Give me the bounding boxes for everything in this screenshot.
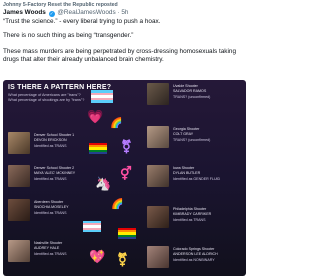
trans-flag-icon — [83, 221, 101, 232]
person-photo — [147, 126, 169, 148]
gender-symbol-icon: ⚥ — [120, 166, 132, 181]
entry-status: Identified as TRANS — [34, 144, 67, 148]
post-text-1: “Trust the science.” - every liberal try… — [3, 18, 161, 25]
entry-status: TRANS? (unconfirmed) — [173, 138, 211, 142]
author-name[interactable]: James Woods — [3, 9, 46, 16]
person-photo — [8, 240, 30, 262]
entry-name: AUDREY HALE — [34, 245, 60, 250]
entry-name: DEVON ERICKSON — [34, 137, 67, 142]
person-photo — [147, 83, 169, 105]
entry-name: DYLAN BUTLER — [173, 170, 201, 175]
person-photo — [8, 199, 30, 221]
entry-status: Identified as TRANS — [34, 252, 67, 256]
gender-symbol-icon: ⚧ — [121, 139, 132, 154]
entry-status: Identified as TRANS — [34, 211, 67, 215]
rainbow-heart-icon: 💗 — [87, 109, 104, 124]
rainbow-icon: 🌈 — [111, 199, 124, 210]
post-author[interactable]: James Woods ✓ @RealJamesWoods · 5h — [3, 9, 128, 17]
person-photo — [147, 206, 169, 228]
repost-indicator[interactable]: Johnny 5-Factory Reset the Republic repo… — [3, 2, 118, 8]
entry-status: TRANS? (unconfirmed) — [173, 95, 211, 99]
entry-name: ANDERSON LEE ALDRICH — [173, 251, 218, 256]
entry-name: MAYA 'ALEC' MCKINNEY — [34, 170, 76, 175]
gender-symbol-icon: ⚧ — [117, 252, 128, 267]
rainbow-icon: 🌈 — [110, 118, 123, 129]
entry-status: Identified as NONBINARY — [173, 258, 215, 262]
entry-status: Identified as TRANS — [173, 218, 206, 222]
person-photo — [8, 132, 30, 154]
image-question-1: What percentage of Americans are "trans"… — [8, 93, 81, 97]
post-time[interactable]: 5h — [121, 9, 128, 16]
post-image[interactable]: IS THERE A PATTERN HERE? What percentage… — [3, 80, 246, 276]
separator: · — [117, 9, 120, 16]
entry-name: KIMBRADY CARRIKER — [173, 211, 212, 216]
pride-flag-icon — [118, 228, 136, 239]
rainbow-heart-icon: 💖 — [89, 249, 106, 264]
unicorn-icon: 🦄 — [95, 176, 112, 191]
image-question-2: What percentage of shootings are by "tra… — [8, 98, 85, 102]
person-photo — [147, 165, 169, 187]
author-handle[interactable]: @RealJamesWoods — [57, 9, 115, 16]
entry-name: COLT GRAY — [173, 131, 194, 136]
post-text-2: There is no such thing as being “transge… — [3, 32, 134, 39]
person-photo — [147, 246, 169, 268]
post-text-3: These mass murders are being perpetrated… — [3, 48, 237, 63]
entry-name: SNOCHIA MOSELEY — [34, 204, 69, 209]
pride-flag-icon — [89, 143, 107, 154]
entry-status: Identified as GENDER FLUID — [173, 177, 221, 181]
person-photo — [8, 165, 30, 187]
color-palette-icon — [91, 90, 113, 105]
entry-status: Identified as TRANS — [34, 177, 67, 181]
entry-name: SALVADOR RAMOS — [173, 88, 207, 93]
verified-badge-icon: ✓ — [48, 10, 55, 17]
